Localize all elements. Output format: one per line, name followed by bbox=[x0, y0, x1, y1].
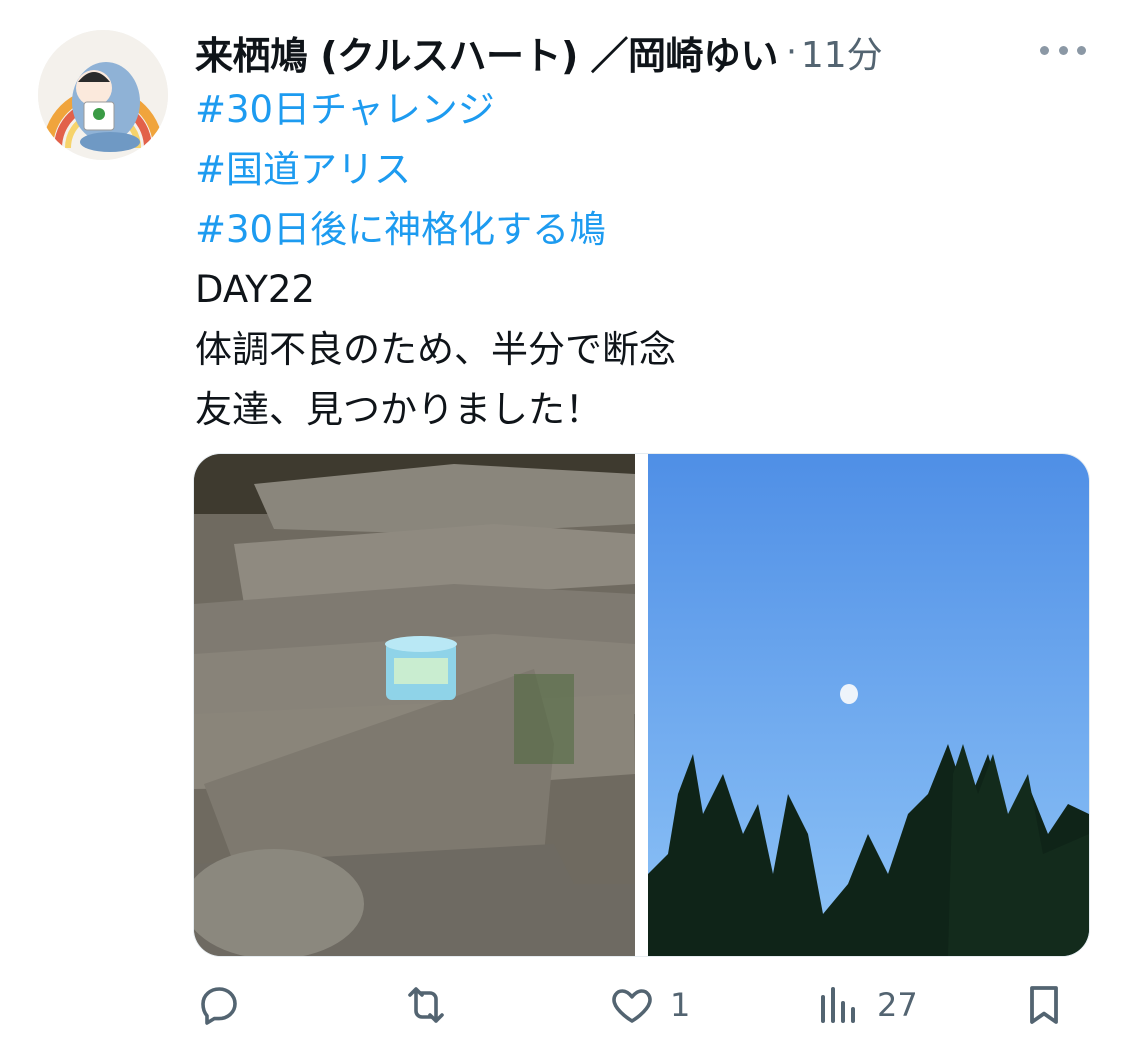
cup-object bbox=[385, 636, 457, 700]
bookmark-button[interactable] bbox=[1020, 975, 1068, 1035]
views-button[interactable]: 27 bbox=[815, 975, 918, 1035]
media-grid bbox=[193, 453, 1090, 957]
like-icon bbox=[612, 989, 652, 1023]
tweet-header: 来栖鳩 (クルスハート) ／岡崎ゆい · 11分 bbox=[195, 22, 883, 82]
views-count: 27 bbox=[877, 986, 918, 1024]
media-divider bbox=[635, 454, 648, 956]
body-line: 体調不良のため、半分で断念 bbox=[195, 328, 676, 371]
hashtag-link[interactable]: #国道アリス bbox=[195, 140, 676, 200]
retweet-icon bbox=[408, 987, 444, 1023]
body-line: 友達、見つかりました！ bbox=[195, 388, 602, 431]
stone-steps-photo[interactable] bbox=[194, 454, 635, 956]
moon-sky-photo[interactable] bbox=[648, 454, 1089, 956]
hashtag-link[interactable]: #30日チャレンジ bbox=[195, 80, 676, 140]
avatar[interactable] bbox=[38, 30, 168, 160]
bookmark-icon bbox=[1030, 986, 1058, 1024]
body-line: DAY22 bbox=[195, 268, 315, 311]
like-count: 1 bbox=[670, 986, 691, 1024]
hashtag-link[interactable]: #30日後に神格化する鳩 bbox=[195, 200, 676, 260]
tweet-time[interactable]: 11分 bbox=[801, 26, 883, 78]
avatar-image bbox=[38, 30, 168, 160]
action-bar: 1 27 bbox=[0, 975, 1125, 1035]
header-separator: · bbox=[786, 32, 797, 72]
like-button[interactable]: 1 bbox=[608, 975, 690, 1035]
retweet-button[interactable] bbox=[400, 975, 466, 1035]
reply-icon bbox=[201, 987, 237, 1025]
moon bbox=[840, 684, 858, 704]
reply-button[interactable] bbox=[195, 975, 257, 1035]
views-icon bbox=[821, 987, 855, 1023]
tweet-text: #30日チャレンジ #国道アリス #30日後に神格化する鳩 DAY22 体調不良… bbox=[195, 80, 676, 440]
more-dots-icon[interactable] bbox=[1040, 40, 1086, 60]
author-name[interactable]: 来栖鳩 (クルスハート) ／岡崎ゆい bbox=[195, 25, 779, 80]
